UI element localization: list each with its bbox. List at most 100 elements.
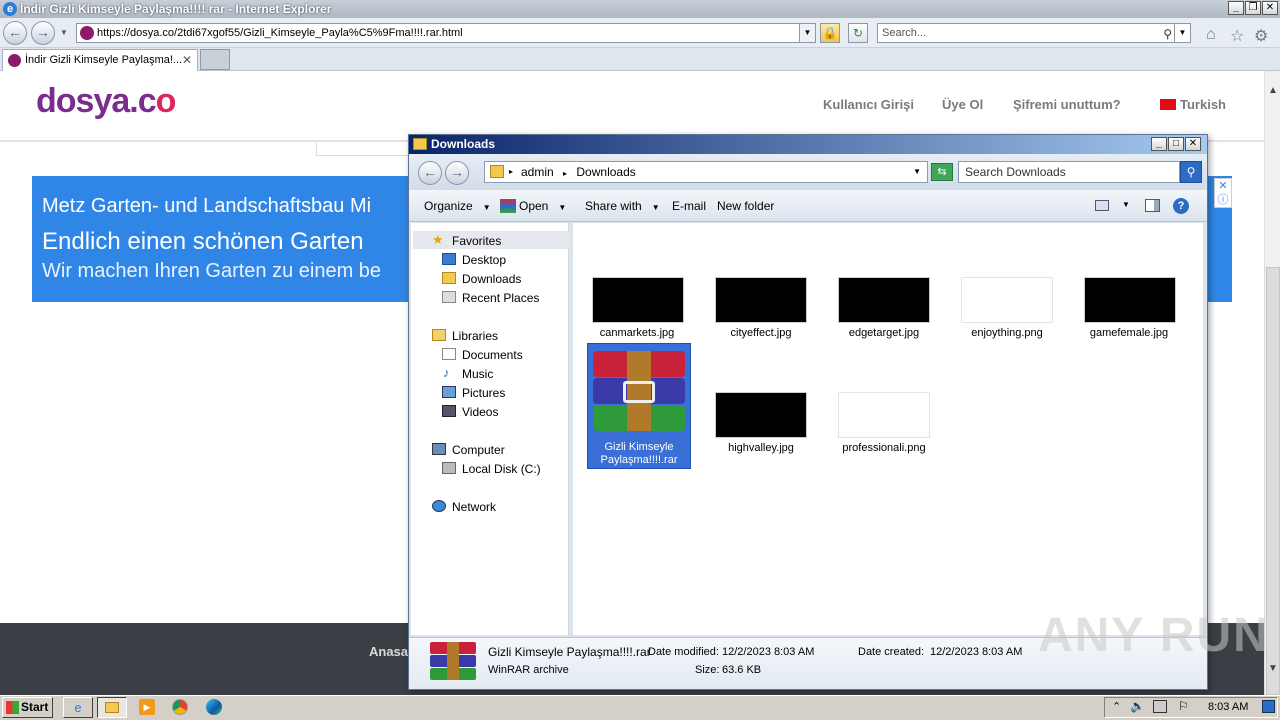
browser-search-input[interactable]: Search... ⚲ ▼	[877, 23, 1191, 43]
site-logo[interactable]: dosya.co	[36, 82, 177, 121]
file-thumbnail[interactable]	[715, 392, 807, 438]
new-folder-button[interactable]: New folder	[717, 199, 774, 213]
nav-favorites[interactable]: Favorites	[452, 234, 501, 248]
explorer-forward-button[interactable]: →	[445, 161, 469, 185]
path-dropdown-icon[interactable]: ▼	[913, 162, 921, 182]
logo-accent: o	[155, 82, 177, 120]
winrar-small-icon	[500, 199, 516, 213]
address-dropdown-icon[interactable]: ▼	[799, 24, 815, 42]
breadcrumb-admin[interactable]: admin	[521, 165, 554, 179]
explorer-back-button[interactable]: ←	[418, 161, 442, 185]
network-icon	[432, 500, 446, 512]
file-thumbnail[interactable]	[592, 277, 684, 323]
address-bar[interactable]: https://dosya.co/2tdi67xgof55/Gizli_Kims…	[76, 23, 816, 43]
winrar-archive-icon	[593, 351, 685, 431]
preview-pane-icon[interactable]	[1145, 199, 1160, 212]
ad-choices-icon[interactable]: ✕ ⓘ	[1214, 178, 1232, 208]
explorer-title-bar[interactable]: Downloads _ □ ✕	[409, 135, 1207, 154]
nav-recent-places[interactable]: Recent Places	[462, 291, 539, 305]
show-desktop-icon[interactable]	[1262, 700, 1275, 713]
file-thumbnail[interactable]	[838, 392, 930, 438]
details-created-label: Date created:	[858, 646, 925, 658]
nav-music[interactable]: Music	[462, 367, 493, 381]
forward-button[interactable]: →	[31, 21, 55, 45]
file-name[interactable]: professionali.png	[829, 442, 939, 454]
file-thumbnail[interactable]	[715, 277, 807, 323]
taskbar-explorer-icon[interactable]	[97, 697, 127, 718]
open-button[interactable]: Open ▼	[519, 199, 566, 213]
language-link[interactable]: Turkish	[1180, 97, 1226, 112]
edge-icon[interactable]	[206, 699, 222, 715]
organize-button[interactable]: Organize ▼	[424, 199, 491, 213]
explorer-search-input[interactable]: Search Downloads	[958, 161, 1180, 183]
refresh-icon[interactable]: ↻	[848, 23, 868, 43]
file-thumbnail[interactable]	[838, 277, 930, 323]
chevron-right-icon[interactable]: ▸	[509, 162, 513, 182]
volume-icon[interactable]: 🔈	[1130, 699, 1145, 713]
nav-libraries[interactable]: Libraries	[452, 329, 498, 343]
help-icon[interactable]: ?	[1173, 198, 1189, 214]
ad-line-3: Wir machen Ihren Garten zu einem be	[42, 260, 382, 282]
favorites-star-icon[interactable]: ☆	[1230, 26, 1244, 46]
scroll-up-icon[interactable]: ▲	[1265, 85, 1280, 101]
search-dropdown-icon[interactable]: ▼	[1174, 24, 1190, 42]
file-name[interactable]: highvalley.jpg	[706, 442, 816, 454]
explorer-maximize-button[interactable]: □	[1168, 137, 1184, 151]
minimize-button[interactable]: _	[1228, 1, 1244, 15]
lock-icon[interactable]: 🔒	[820, 23, 840, 43]
nav-desktop[interactable]: Desktop	[462, 253, 506, 267]
file-name[interactable]: Gizli Kimseyle Paylaşma!!!!.rar	[587, 441, 691, 467]
address-text: https://dosya.co/2tdi67xgof55/Gizli_Kims…	[97, 27, 463, 39]
history-dropdown-icon[interactable]: ▼	[60, 28, 68, 37]
taskbar-ie-icon[interactable]: e	[63, 697, 93, 718]
nav-downloads[interactable]: Downloads	[462, 272, 521, 286]
file-name[interactable]: enjoything.png	[952, 327, 1062, 339]
forgot-password-link[interactable]: Şifremi unuttum?	[1013, 97, 1121, 112]
view-dropdown-icon[interactable]: ▼	[1122, 200, 1130, 209]
login-link[interactable]: Kullanıcı Girişi	[823, 97, 914, 112]
chevron-right-icon[interactable]: ▸	[563, 169, 567, 178]
nav-videos[interactable]: Videos	[462, 405, 498, 419]
file-thumbnail[interactable]	[1084, 277, 1176, 323]
start-button[interactable]: Start	[2, 697, 53, 718]
explorer-minimize-button[interactable]: _	[1151, 137, 1167, 151]
taskbar-clock[interactable]: 8:03 AM	[1208, 701, 1248, 713]
close-button[interactable]: ✕	[1262, 1, 1278, 15]
network-tray-icon[interactable]	[1153, 700, 1167, 713]
email-button[interactable]: E-mail	[672, 199, 706, 213]
chrome-icon[interactable]	[172, 699, 188, 715]
back-button[interactable]: ←	[3, 21, 27, 45]
explorer-refresh-icon[interactable]: ⇆	[931, 163, 953, 181]
downloads-folder-icon	[442, 272, 456, 284]
view-options-icon[interactable]	[1095, 200, 1109, 211]
nav-pictures[interactable]: Pictures	[462, 386, 505, 400]
register-link[interactable]: Üye Ol	[942, 97, 983, 112]
flag-tray-icon[interactable]: ⚐	[1178, 699, 1189, 713]
tray-expand-icon[interactable]: ⌃	[1112, 700, 1121, 713]
restore-button[interactable]: ❐	[1245, 1, 1261, 15]
nav-local-disk[interactable]: Local Disk (C:)	[462, 462, 541, 476]
media-player-icon[interactable]: ▶	[139, 699, 155, 715]
file-name[interactable]: edgetarget.jpg	[829, 327, 939, 339]
explorer-search-icon[interactable]: ⚲	[1180, 161, 1202, 183]
tab-active[interactable]: İndir Gizli Kimseyle Paylaşma!... ✕	[2, 49, 198, 71]
home-icon[interactable]: ⌂	[1206, 26, 1216, 44]
new-tab-button[interactable]	[200, 49, 230, 70]
file-name[interactable]: gamefemale.jpg	[1074, 327, 1184, 339]
explorer-close-button[interactable]: ✕	[1185, 137, 1201, 151]
breadcrumb-downloads[interactable]: Downloads	[576, 165, 635, 179]
folder-icon	[413, 138, 427, 150]
file-name[interactable]: canmarkets.jpg	[582, 327, 692, 339]
page-scrollbar[interactable]: ▲ ▼	[1264, 71, 1280, 695]
explorer-path-bar[interactable]: ▸ admin ▸ Downloads ▼	[484, 161, 928, 183]
tab-close-icon[interactable]: ✕	[182, 50, 192, 70]
search-icon[interactable]: ⚲	[1163, 25, 1172, 43]
scroll-down-icon[interactable]: ▼	[1265, 663, 1280, 679]
file-name[interactable]: cityeffect.jpg	[706, 327, 816, 339]
gear-icon[interactable]: ⚙	[1254, 26, 1268, 46]
nav-computer[interactable]: Computer	[452, 443, 505, 457]
file-thumbnail[interactable]	[961, 277, 1053, 323]
nav-documents[interactable]: Documents	[462, 348, 523, 362]
share-with-button[interactable]: Share with ▼	[585, 199, 660, 213]
nav-network[interactable]: Network	[452, 500, 496, 514]
